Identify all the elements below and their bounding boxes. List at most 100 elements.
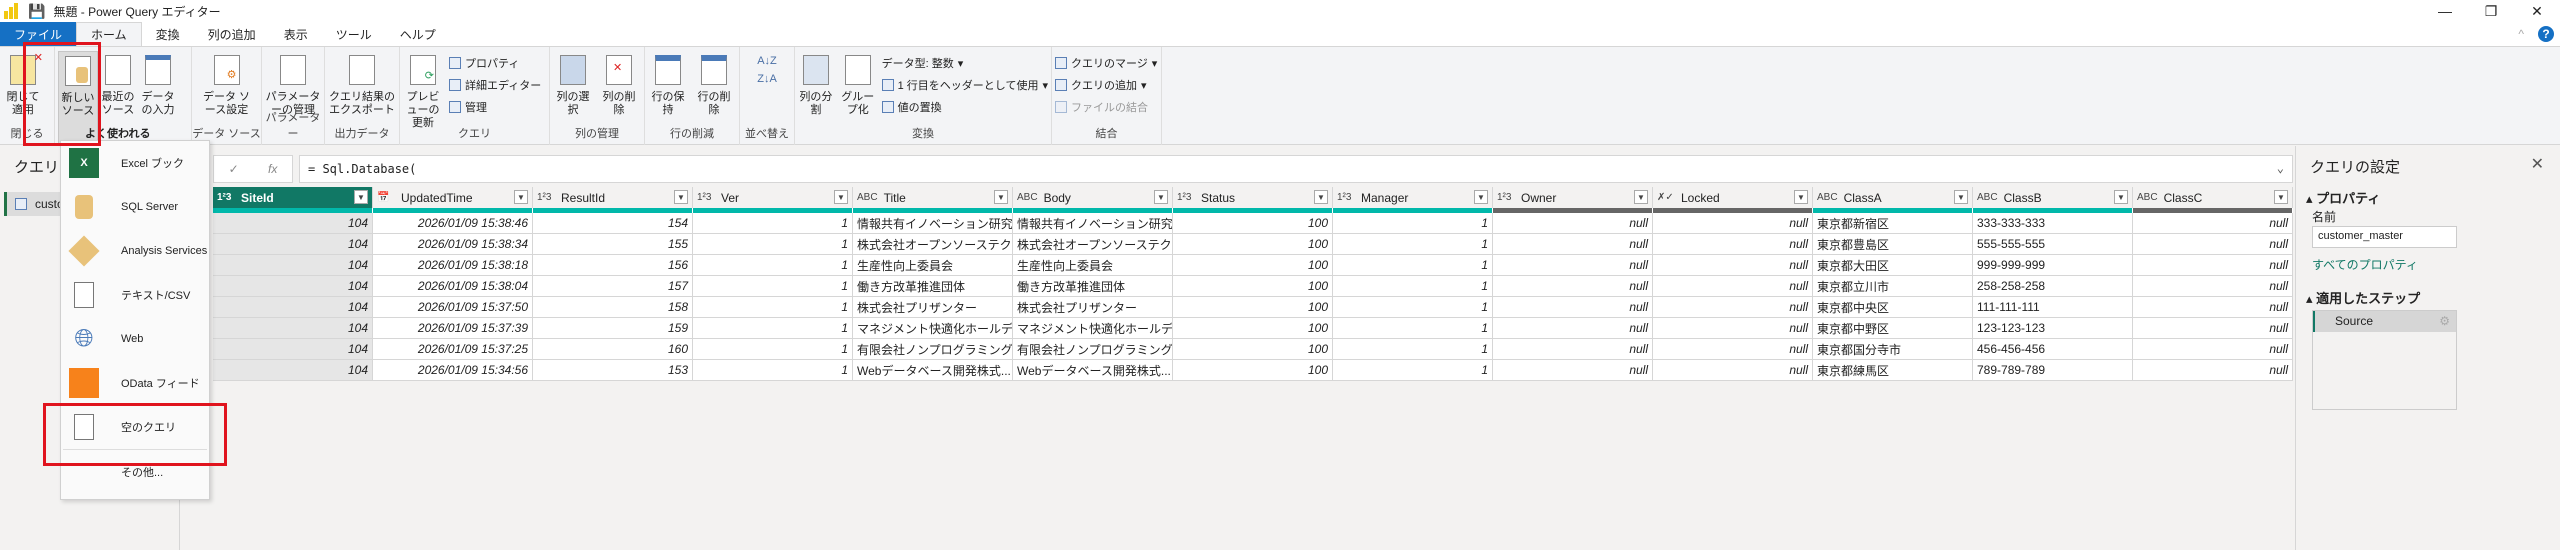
filter-dropdown-icon[interactable]: ▼ — [834, 190, 848, 204]
cell-body[interactable]: 働き方改革推進団体 — [1013, 276, 1173, 296]
cell-status[interactable]: 100 — [1173, 339, 1333, 359]
cell-title[interactable]: 有限会社ノンプログラミング — [853, 339, 1013, 359]
cell-updatedtime[interactable]: 2026/01/09 15:37:25 — [373, 339, 533, 359]
column-header-locked[interactable]: ✗✓ Locked ▼ — [1653, 187, 1813, 208]
cell-body[interactable]: Webデータベース開発株式... — [1013, 360, 1173, 380]
filter-dropdown-icon[interactable]: ▼ — [354, 190, 368, 204]
cell-ver[interactable]: 1 — [693, 297, 853, 317]
cell-status[interactable]: 100 — [1173, 297, 1333, 317]
cell-owner[interactable]: null — [1493, 276, 1653, 296]
replace-values-button[interactable]: 値の置換 — [881, 99, 1048, 115]
cell-status[interactable]: 100 — [1173, 318, 1333, 338]
step-item[interactable]: Source ⚙ — [2313, 311, 2456, 332]
cell-owner[interactable]: null — [1493, 234, 1653, 254]
menu-item-web[interactable]: 🌐︎ Web — [61, 317, 209, 361]
type-icon[interactable]: ABC — [1017, 192, 1038, 203]
column-header-siteid[interactable]: 1²3 SiteId ▼ — [213, 187, 373, 208]
cell-manager[interactable]: 1 — [1333, 276, 1493, 296]
cell-title[interactable]: Webデータベース開発株式... — [853, 360, 1013, 380]
column-header-classa[interactable]: ABC ClassA ▼ — [1813, 187, 1973, 208]
tab-add-column[interactable]: 列の追加 — [194, 22, 270, 46]
sort-ascending-button[interactable]: A↓Z — [757, 55, 777, 67]
column-header-classc[interactable]: ABC ClassC ▼ — [2133, 187, 2293, 208]
fx-icon[interactable]: fx — [268, 162, 277, 176]
menu-item-more[interactable]: その他... — [61, 450, 209, 494]
cell-classc[interactable]: null — [2133, 276, 2293, 296]
type-icon[interactable]: ABC — [2137, 192, 2158, 203]
cell-siteid[interactable]: 104 — [213, 213, 373, 233]
cell-status[interactable]: 100 — [1173, 360, 1333, 380]
cell-ver[interactable]: 1 — [693, 234, 853, 254]
combine-files-button[interactable]: ファイルの結合 — [1055, 99, 1157, 115]
cell-resultid[interactable]: 157 — [533, 276, 693, 296]
cell-resultid[interactable]: 154 — [533, 213, 693, 233]
filter-dropdown-icon[interactable]: ▼ — [1154, 190, 1168, 204]
type-icon[interactable]: ABC — [1977, 192, 1998, 203]
cell-ver[interactable]: 1 — [693, 213, 853, 233]
cell-classb[interactable]: 789-789-789 — [1973, 360, 2133, 380]
cell-locked[interactable]: null — [1653, 234, 1813, 254]
cell-classc[interactable]: null — [2133, 339, 2293, 359]
cell-classc[interactable]: null — [2133, 360, 2293, 380]
cell-updatedtime[interactable]: 2026/01/09 15:38:46 — [373, 213, 533, 233]
cell-resultid[interactable]: 155 — [533, 234, 693, 254]
cell-manager[interactable]: 1 — [1333, 318, 1493, 338]
cell-classb[interactable]: 333-333-333 — [1973, 213, 2133, 233]
cell-ver[interactable]: 1 — [693, 255, 853, 275]
filter-dropdown-icon[interactable]: ▼ — [1474, 190, 1488, 204]
menu-item-excel[interactable]: X Excel ブック — [61, 141, 209, 185]
cell-status[interactable]: 100 — [1173, 276, 1333, 296]
cell-status[interactable]: 100 — [1173, 213, 1333, 233]
cell-classb[interactable]: 456-456-456 — [1973, 339, 2133, 359]
filter-dropdown-icon[interactable]: ▼ — [514, 190, 528, 204]
sort-descending-button[interactable]: Z↓A — [757, 73, 777, 85]
advanced-editor-button[interactable]: 詳細エディター — [449, 77, 541, 93]
menu-item-blank-query[interactable]: 空のクエリ — [61, 405, 209, 449]
cell-classb[interactable]: 258-258-258 — [1973, 276, 2133, 296]
cell-title[interactable]: マネジメント快適化ホールデ... — [853, 318, 1013, 338]
cell-resultid[interactable]: 153 — [533, 360, 693, 380]
cell-resultid[interactable]: 160 — [533, 339, 693, 359]
column-header-updatedtime[interactable]: 📅 UpdatedTime ▼ — [373, 187, 533, 208]
column-header-ver[interactable]: 1²3 Ver ▼ — [693, 187, 853, 208]
cell-updatedtime[interactable]: 2026/01/09 15:37:50 — [373, 297, 533, 317]
cell-body[interactable]: 情報共有イノベーション研究... — [1013, 213, 1173, 233]
type-icon[interactable]: ✗✓ — [1657, 192, 1675, 203]
type-icon[interactable]: 1²3 — [697, 192, 715, 203]
menu-item-text-csv[interactable]: テキスト/CSV — [61, 273, 209, 317]
type-icon[interactable]: 1²3 — [1337, 192, 1355, 203]
cell-locked[interactable]: null — [1653, 297, 1813, 317]
cell-classa[interactable]: 東京都豊島区 — [1813, 234, 1973, 254]
cell-owner[interactable]: null — [1493, 297, 1653, 317]
cell-title[interactable]: 株式会社オープンソーステク... — [853, 234, 1013, 254]
cell-locked[interactable]: null — [1653, 276, 1813, 296]
type-icon[interactable]: 1²3 — [217, 192, 235, 203]
tab-home[interactable]: ホーム — [76, 22, 142, 46]
commit-icon[interactable]: ✓ — [229, 162, 239, 176]
filter-dropdown-icon[interactable]: ▼ — [1634, 190, 1648, 204]
cell-title[interactable]: 働き方改革推進団体 — [853, 276, 1013, 296]
filter-dropdown-icon[interactable]: ▼ — [2114, 190, 2128, 204]
cell-title[interactable]: 生産性向上委員会 — [853, 255, 1013, 275]
data-type-dropdown[interactable]: データ型: 整数 ▾ — [882, 55, 1048, 71]
formula-input[interactable]: = Sql.Database(⌄ — [299, 155, 2293, 183]
gear-icon[interactable]: ⚙ — [2439, 314, 2450, 328]
cell-manager[interactable]: 1 — [1333, 234, 1493, 254]
menu-item-analysis-services[interactable]: Analysis Services — [61, 229, 209, 273]
cell-owner[interactable]: null — [1493, 360, 1653, 380]
menu-item-sql-server[interactable]: SQL Server — [61, 185, 209, 229]
cell-siteid[interactable]: 104 — [213, 318, 373, 338]
cell-classc[interactable]: null — [2133, 297, 2293, 317]
append-queries-button[interactable]: クエリの追加 ▾ — [1055, 77, 1157, 93]
type-icon[interactable]: ABC — [857, 192, 878, 203]
cell-locked[interactable]: null — [1653, 339, 1813, 359]
cell-body[interactable]: 株式会社プリザンター — [1013, 297, 1173, 317]
cell-updatedtime[interactable]: 2026/01/09 15:38:18 — [373, 255, 533, 275]
column-header-body[interactable]: ABC Body ▼ — [1013, 187, 1173, 208]
filter-dropdown-icon[interactable]: ▼ — [1314, 190, 1328, 204]
cell-locked[interactable]: null — [1653, 255, 1813, 275]
cell-classa[interactable]: 東京都新宿区 — [1813, 213, 1973, 233]
cell-siteid[interactable]: 104 — [213, 276, 373, 296]
filter-dropdown-icon[interactable]: ▼ — [1794, 190, 1808, 204]
cell-siteid[interactable]: 104 — [213, 360, 373, 380]
